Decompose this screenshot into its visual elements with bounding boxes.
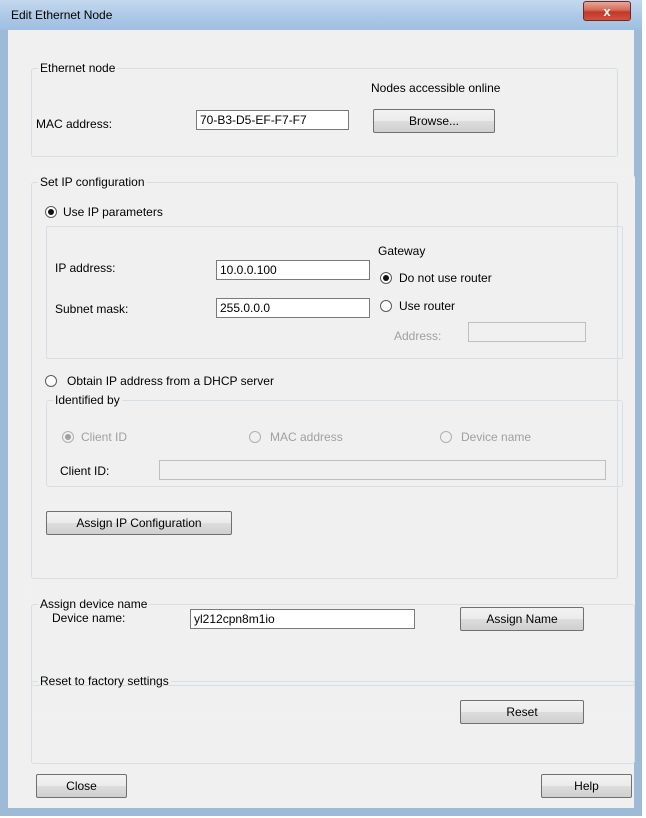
nodes-online-label: Nodes accessible online	[371, 81, 501, 95]
dialog-window: Edit Ethernet Node x Ethernet node Nodes…	[0, 0, 642, 816]
identified-by-legend: Identified by	[55, 393, 120, 407]
assign-ip-config-button[interactable]: Assign IP Configuration	[46, 511, 232, 535]
use-ip-params-radio[interactable]	[45, 206, 57, 218]
use-ip-params-label: Use IP parameters	[63, 205, 163, 219]
gateway-label: Gateway	[378, 244, 426, 258]
dhcp-radio[interactable]	[45, 375, 57, 387]
use-router-radio[interactable]	[380, 300, 392, 312]
client-id-field[interactable]	[159, 460, 606, 480]
title-bar[interactable]: Edit Ethernet Node x	[0, 0, 642, 30]
do-not-use-router-label: Do not use router	[399, 271, 492, 285]
client-id-option-label: Client ID	[81, 430, 128, 444]
ip-address-field[interactable]: 10.0.0.100	[216, 260, 370, 280]
reset-button[interactable]: Reset	[460, 700, 584, 724]
ip-config-legend: Set IP configuration	[40, 175, 145, 189]
ethernet-node-group: Ethernet node	[31, 61, 618, 157]
help-button[interactable]: Help	[541, 774, 632, 798]
ip-address-label: IP address:	[55, 261, 116, 275]
assign-device-name-legend: Assign device name	[40, 597, 148, 611]
close-button[interactable]: Close	[36, 774, 127, 798]
assign-name-button[interactable]: Assign Name	[460, 607, 584, 631]
device-name-field[interactable]: yl212cpn8m1io	[190, 609, 415, 629]
router-address-label: Address:	[394, 329, 442, 343]
device-name-radio[interactable]	[440, 431, 452, 443]
subnet-mask-label: Subnet mask:	[55, 302, 129, 316]
reset-legend: Reset to factory settings	[40, 674, 169, 688]
browse-button[interactable]: Browse...	[373, 109, 495, 133]
use-router-label: Use router	[399, 299, 456, 313]
ethernet-node-legend: Ethernet node	[40, 61, 116, 75]
close-icon: x	[603, 4, 611, 19]
subnet-mask-field[interactable]: 255.0.0.0	[216, 298, 370, 318]
dhcp-label: Obtain IP address from a DHCP server	[67, 374, 274, 388]
mac-address-radio[interactable]	[249, 431, 261, 443]
mac-address-field[interactable]: 70-B3-D5-EF-F7-F7	[196, 110, 349, 130]
client-id-radio[interactable]	[62, 431, 74, 443]
mac-address-option-label: MAC address	[270, 430, 343, 444]
window-title: Edit Ethernet Node	[11, 8, 113, 22]
client-id-label: Client ID:	[60, 464, 110, 478]
dialog-client-area: Ethernet node Nodes accessible online MA…	[8, 30, 635, 808]
router-address-field[interactable]	[468, 322, 586, 342]
do-not-use-router-radio[interactable]	[380, 272, 392, 284]
device-name-label: Device name:	[52, 611, 126, 625]
device-name-option-label: Device name	[461, 430, 532, 444]
mac-address-label: MAC address:	[36, 117, 113, 131]
close-window-button[interactable]: x	[583, 1, 631, 21]
